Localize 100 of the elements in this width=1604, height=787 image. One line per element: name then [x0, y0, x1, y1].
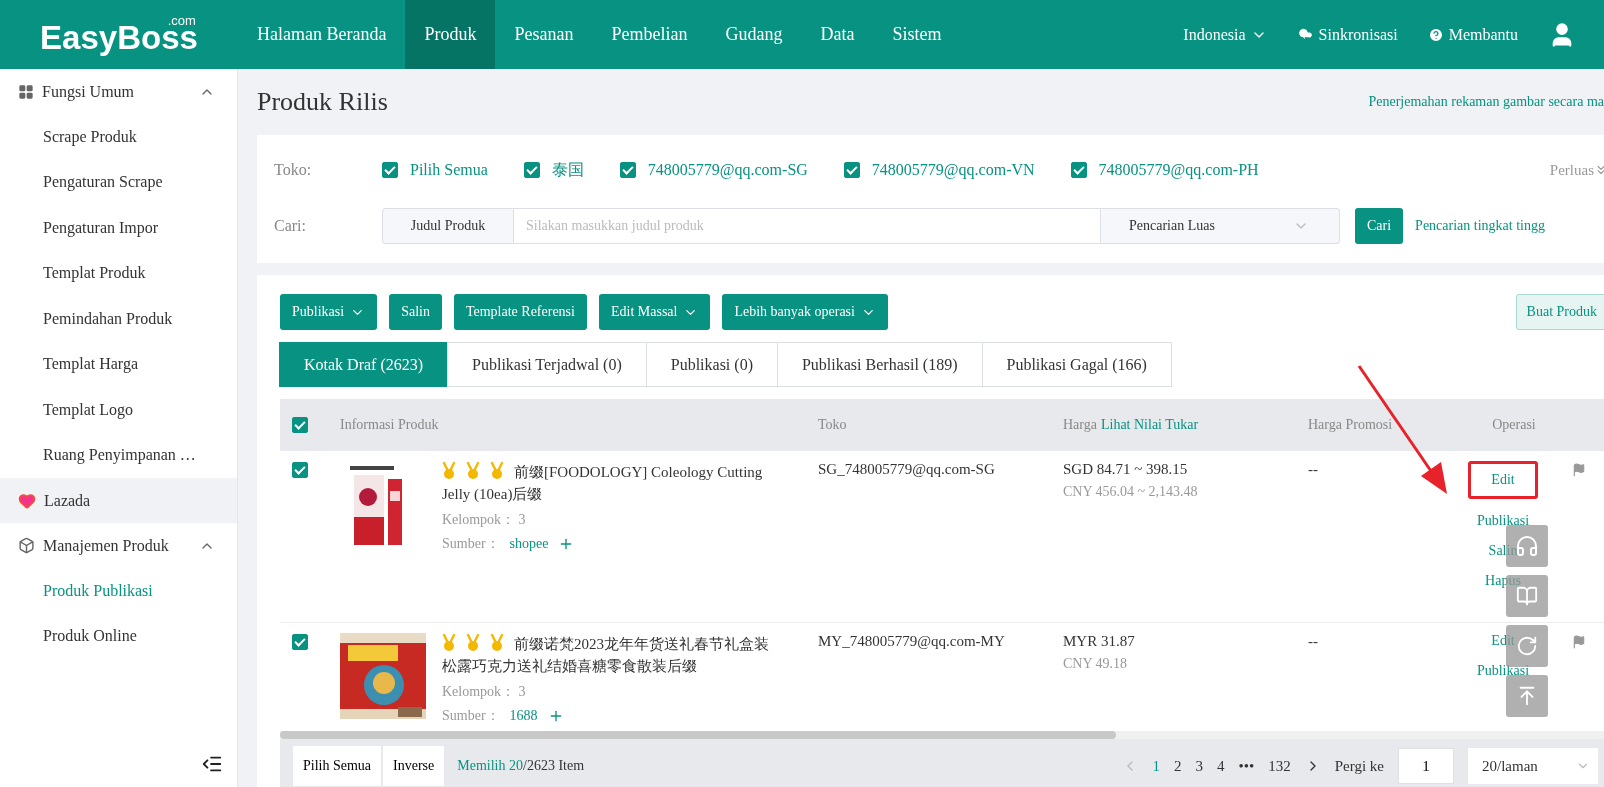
double-chevron-icon	[1594, 163, 1604, 177]
sidebar-item[interactable]: Pemindahan Produk	[0, 296, 237, 342]
sidebar-group[interactable]: Lazada	[0, 478, 237, 523]
back-to-top-button[interactable]	[1506, 675, 1548, 717]
column-header: Informasi Produk	[340, 417, 440, 433]
checkbox[interactable]	[382, 162, 398, 178]
group-text: Kelompok： 3	[442, 511, 527, 529]
price-cny: CNY 456.04 ~ 2,143.48	[1063, 484, 1199, 500]
translate-link[interactable]: Penerjemahan rekaman gambar secara ma	[1368, 94, 1604, 110]
checkbox[interactable]	[843, 162, 860, 178]
shop-cell-text: SG_748005779@qq.com-SG	[818, 461, 996, 478]
create-product-button[interactable]: Buat Produk	[1515, 294, 1604, 330]
checkbox[interactable]	[1070, 162, 1087, 178]
nav-item[interactable]: Data	[801, 0, 874, 69]
cube-icon	[18, 537, 35, 554]
toolbar-button[interactable]: Edit Massal	[598, 294, 711, 330]
price-cell-text: SGD 84.71 ~ 398.15	[1063, 461, 1189, 478]
inverse-button[interactable]: Inverse	[382, 745, 446, 787]
language-dropdown[interactable]: Indonesia	[1183, 25, 1267, 44]
action-link[interactable]: Publikasi	[1476, 663, 1530, 679]
shop-option: Pilih Semua	[410, 161, 488, 179]
flag-icon[interactable]	[1572, 463, 1586, 477]
advanced-search-link[interactable]: Pencarian tingkat tingg	[1415, 218, 1545, 234]
help-icon	[1427, 26, 1444, 43]
expand-link[interactable]: Perluas	[1549, 161, 1604, 179]
sidebar-item[interactable]: Templat Produk	[0, 250, 237, 296]
nav-item[interactable]: Gudang	[706, 0, 802, 69]
help-button[interactable]: Membantu	[1427, 25, 1518, 44]
sidebar-item[interactable]: Produk Publikasi	[0, 568, 237, 614]
action-link[interactable]: Publikasi	[1476, 513, 1530, 529]
price-cny: CNY 49.18	[1063, 656, 1129, 672]
page-number[interactable]: 3	[1195, 757, 1203, 775]
search-label: Cari:	[274, 217, 307, 235]
refresh-icon	[1516, 635, 1538, 657]
heart-icon	[18, 491, 36, 510]
sidebar-item[interactable]: Scrape Produk	[0, 114, 237, 160]
page-number[interactable]: 4	[1216, 757, 1225, 775]
action-link[interactable]: Salin	[1488, 543, 1518, 559]
toolbar-button[interactable]: Template Referensi	[453, 294, 587, 330]
row-checkbox[interactable]	[292, 462, 308, 478]
source-link[interactable]: shopee	[509, 536, 549, 552]
select-all-button[interactable]: Pilih Semua	[292, 745, 383, 787]
shop-option: 748005779@qq.com-VN	[871, 161, 1035, 179]
nav-item[interactable]: Produk	[405, 0, 496, 69]
action-link[interactable]: Edit	[1468, 461, 1538, 499]
action-link[interactable]: Hapus	[1485, 573, 1521, 589]
sidebar-item[interactable]: Pengaturan Scrape	[0, 159, 237, 205]
tab[interactable]: Kotak Draf (2623)	[279, 342, 449, 387]
search-mode-dropdown[interactable]: Pencarian Luas	[1100, 208, 1340, 244]
page-number[interactable]: •••	[1238, 757, 1255, 775]
select-all-checkbox[interactable]	[292, 417, 308, 433]
sidebar-item[interactable]: Templat Harga	[0, 341, 237, 387]
badge-icon	[466, 462, 480, 480]
column-header: Operasi	[1491, 417, 1537, 433]
toolbar-button[interactable]: Publikasi	[280, 294, 378, 330]
logo: EasyBoss .com	[40, 12, 198, 57]
page-number[interactable]: 2	[1173, 757, 1182, 775]
page-number[interactable]: 132	[1268, 757, 1291, 775]
page-size-dropdown[interactable]: 20/laman	[1468, 748, 1598, 784]
product-title: 前缀诺梵2023龙年年货送礼春节礼盒装松露巧克力送礼结婚喜糖零食散装后缀	[442, 633, 770, 676]
selected-count[interactable]: Memilih 20	[457, 758, 523, 774]
checkbox[interactable]	[523, 162, 540, 178]
nav-item[interactable]: Sistem	[873, 0, 961, 69]
toolbar-button[interactable]: Salin	[389, 294, 442, 330]
exchange-rate-link[interactable]: Lihat Nilai Tukar	[1100, 417, 1199, 433]
search-type-label: Judul Produk	[382, 208, 514, 244]
sidebar-item[interactable]: Templat Logo	[0, 387, 237, 433]
row-checkbox[interactable]	[292, 634, 308, 650]
tab[interactable]: Publikasi Berhasil (189)	[776, 342, 983, 387]
tab[interactable]: Publikasi Gagal (166)	[981, 342, 1172, 387]
tab[interactable]: Publikasi Terjadwal (0)	[447, 342, 647, 387]
tab[interactable]: Publikasi (0)	[645, 342, 778, 387]
page-title: Produk Rilis	[257, 87, 388, 117]
nav-item[interactable]: Halaman Beranda	[238, 0, 406, 69]
nav-item[interactable]: Pembelian	[592, 0, 707, 69]
sidebar-item[interactable]: Ruang Penyimpanan …	[0, 432, 237, 478]
horizontal-scrollbar[interactable]	[280, 731, 1604, 739]
promo-price-cell-text: --	[1308, 633, 1319, 650]
search-field[interactable]: Silakan masukkan judul produk	[514, 208, 1100, 244]
source-label: Sumber：	[442, 707, 500, 725]
source-link[interactable]: 1688	[509, 708, 538, 724]
flag-icon[interactable]	[1572, 635, 1586, 649]
search-button[interactable]: Cari	[1355, 208, 1404, 244]
shop-cell-text: MY_748005779@qq.com-MY	[818, 633, 1006, 650]
source-label: Sumber：	[442, 535, 500, 553]
toolbar-button[interactable]: Lebih banyak operasi	[722, 294, 888, 330]
sync-button[interactable]: Sinkronisasi	[1296, 25, 1398, 44]
action-link[interactable]: Edit	[1491, 633, 1515, 649]
sidebar-item[interactable]: Pengaturan Impor	[0, 205, 237, 251]
price-cell-text: MYR 31.87	[1063, 633, 1136, 650]
column-header: Harga	[1063, 417, 1097, 433]
total-count: /2623 Item	[523, 758, 585, 774]
badge-icon	[490, 634, 504, 652]
page-number[interactable]: 1	[1152, 757, 1160, 775]
column-header: Harga Promosi	[1308, 417, 1394, 433]
goto-field[interactable]: 1	[1398, 748, 1454, 784]
badge-icon	[490, 462, 504, 480]
checkbox[interactable]	[619, 162, 636, 178]
nav-item[interactable]: Pesanan	[495, 0, 593, 69]
sidebar-item[interactable]: Produk Online	[0, 613, 237, 659]
